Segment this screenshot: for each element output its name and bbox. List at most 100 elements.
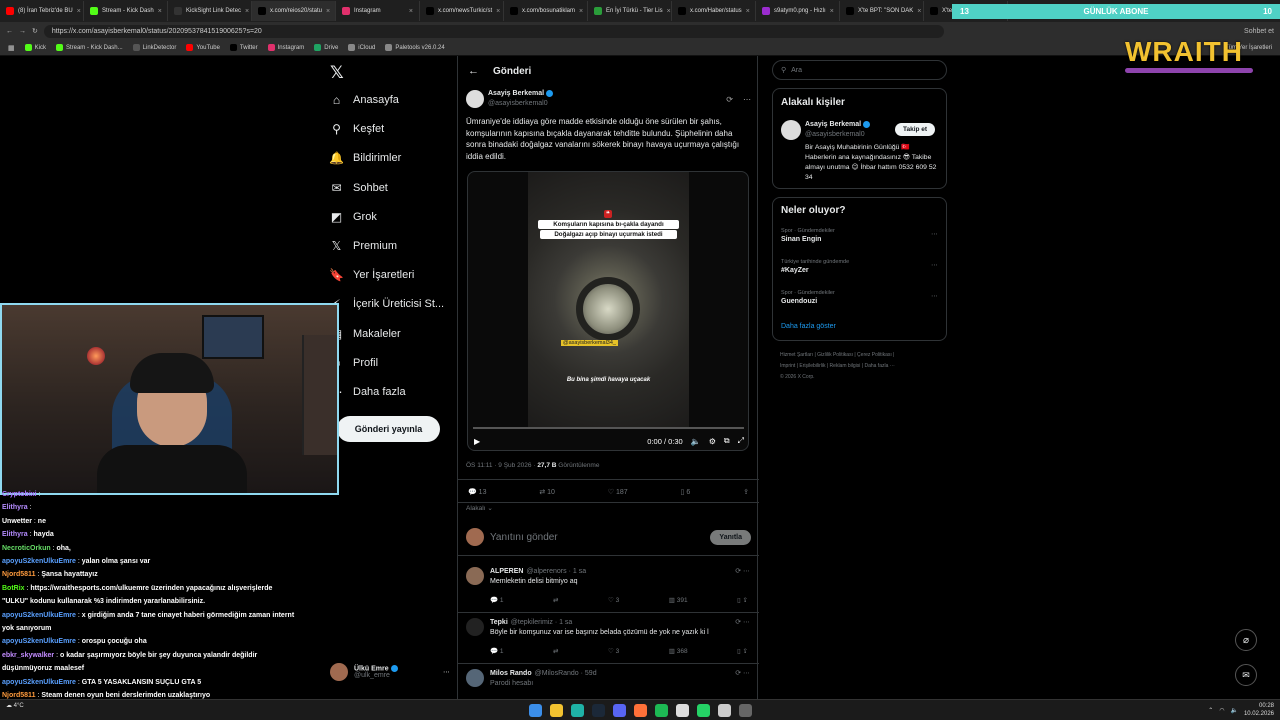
firefox-icon[interactable] — [633, 703, 647, 717]
follow-button[interactable]: Takip et — [895, 123, 936, 136]
browser-tab[interactable]: Instagram × — [336, 1, 420, 21]
browser-tab[interactable]: x.com/Haber/status × — [672, 1, 756, 21]
chrome-icon[interactable] — [717, 703, 731, 717]
tray-arrow-icon[interactable]: ⌃ — [1208, 707, 1213, 714]
chrome-icon[interactable] — [675, 703, 689, 717]
browser-tab[interactable]: Stream - Kick Dash × — [84, 1, 168, 21]
reply-author[interactable]: Milos Rando — [490, 670, 532, 677]
trend-item[interactable]: Türkiye tarihinde gündemde #KayZer ⋯ — [773, 259, 946, 287]
browser-tab[interactable]: KickSight Link Detec × — [168, 1, 252, 21]
more-icon[interactable]: ⋯ — [931, 261, 938, 269]
close-icon[interactable]: × — [496, 8, 500, 15]
author-avatar[interactable] — [466, 90, 484, 108]
browser-tab[interactable]: X'te BPT: "SON DAK × — [840, 1, 924, 21]
bookmark-item[interactable]: Instagram — [267, 44, 304, 51]
close-icon[interactable]: × — [746, 8, 750, 15]
account-switcher[interactable]: Ülkü Emre @ulk_emre ⋯ — [330, 660, 450, 684]
nav-item-search[interactable]: ⚲ Keşfet — [330, 119, 384, 139]
more-icon[interactable]: ⋯ — [443, 668, 450, 676]
close-icon[interactable]: × — [326, 8, 330, 15]
steam-icon[interactable] — [591, 703, 605, 717]
obs-icon[interactable] — [738, 703, 752, 717]
reply-avatar[interactable] — [466, 618, 484, 636]
more-icon[interactable]: ⟳ ⋯ — [735, 567, 750, 575]
nav-item-home[interactable]: ⌂ Anasayfa — [330, 90, 399, 110]
like-action[interactable]: ♡ 3 — [608, 647, 619, 655]
nav-item-x-premium[interactable]: 𝕏 Premium — [330, 236, 397, 256]
apps-icon[interactable]: ▦ — [8, 44, 15, 52]
browser-tab[interactable]: x.com/reios20/statu × — [252, 1, 336, 21]
more-icon[interactable]: ⟳ ⋯ — [735, 618, 750, 626]
bookmark-item[interactable]: iCloud — [348, 44, 375, 51]
play-icon[interactable]: ▶ — [474, 437, 480, 446]
chat-username[interactable]: apoyuS2kenUlkuEmre — [2, 679, 76, 686]
back-icon[interactable]: ← — [6, 28, 13, 35]
footer-line[interactable]: Hizmet Şartları | Gizlilik Politikası | … — [780, 350, 950, 361]
reply-action[interactable]: 💬 1 — [490, 596, 504, 604]
discord-icon[interactable] — [612, 703, 626, 717]
like-action[interactable]: ♡ 187 — [608, 488, 628, 496]
file-explorer-icon[interactable] — [549, 703, 563, 717]
nav-item-chat[interactable]: ✉ Sohbet — [330, 178, 387, 198]
views-action[interactable]: ▥ 391 — [669, 596, 688, 604]
browser-tab[interactable]: s9atym0.png - Hızlı × — [756, 1, 840, 21]
reply-action[interactable]: 💬 1 — [490, 647, 504, 655]
more-icon[interactable]: ⋯ — [931, 292, 938, 300]
whatsapp-icon[interactable] — [696, 703, 710, 717]
grok-floating-icon[interactable]: ⌀ — [1235, 629, 1257, 651]
close-icon[interactable]: × — [158, 8, 162, 15]
bookmark-item[interactable]: Kick — [24, 44, 46, 51]
bookmark-action[interactable]: ▯ 6 — [681, 488, 691, 496]
close-icon[interactable]: × — [409, 8, 413, 15]
reply-avatar[interactable] — [466, 669, 484, 687]
views-action[interactable]: ▥ 368 — [669, 647, 688, 655]
browser-tab[interactable]: En İyi Türkü - Tier Lis × — [588, 1, 672, 21]
chat-username[interactable]: NecroticOrkun — [2, 545, 51, 552]
close-icon[interactable]: × — [667, 8, 671, 15]
url-field[interactable]: https://x.com/asayisberkemal0/status/202… — [43, 24, 944, 38]
messages-floating-icon[interactable]: ✉ — [1235, 664, 1257, 686]
reload-icon[interactable]: ↻ — [32, 27, 38, 35]
footer-line[interactable]: Imprint | Erişilebilirlik | Reklam bilgi… — [780, 361, 950, 372]
chat-username[interactable]: BotRix — [2, 585, 25, 592]
fullscreen-icon[interactable]: ⤢ — [738, 436, 744, 446]
close-icon[interactable]: × — [579, 8, 583, 15]
wifi-icon[interactable]: ◠ — [1219, 707, 1224, 714]
x-logo-icon[interactable]: 𝕏 — [330, 63, 344, 83]
relevance-filter[interactable]: Alakalı ⌄ — [466, 504, 493, 512]
nav-item-bookmark[interactable]: 🔖 Yer İşaretleri — [329, 265, 414, 285]
close-icon[interactable]: × — [77, 8, 81, 15]
more-icon[interactable]: ⋯ — [743, 95, 751, 104]
bookmark-icon[interactable]: ▯ ⇪ — [737, 596, 748, 604]
close-icon[interactable]: × — [245, 8, 249, 15]
browser-tab[interactable]: x.com/bosunatiklam × — [504, 1, 588, 21]
reply-item[interactable]: ALPEREN @alperenors · 1 sa ⟳ ⋯ Memleketin d… — [458, 563, 759, 613]
repost-icon[interactable]: ⇄ — [553, 596, 558, 604]
edge-icon[interactable] — [570, 703, 584, 717]
nav-item-bell[interactable]: 🔔 Bildirimler — [329, 148, 401, 168]
more-icon[interactable]: ⋯ — [931, 230, 938, 238]
bookmark-item[interactable]: LinkDetector — [132, 44, 176, 51]
browser-tab[interactable]: (8) İran Tebriz'de BU × — [0, 1, 84, 21]
share-icon[interactable]: ⇪ — [743, 488, 749, 496]
chat-username[interactable]: Cryptobixi — [2, 491, 37, 498]
reply-action[interactable]: 💬 13 — [468, 488, 486, 496]
show-more-link[interactable]: Daha fazla göster — [781, 323, 836, 330]
chat-username[interactable]: ebkr_skywalker — [2, 652, 54, 659]
spotify-icon[interactable] — [654, 703, 668, 717]
close-icon[interactable]: × — [830, 8, 834, 15]
windows-icon[interactable] — [528, 703, 542, 717]
bookmark-icon[interactable]: ▯ ⇪ — [737, 647, 748, 655]
settings-icon[interactable]: ⚙ — [709, 437, 716, 446]
post-button[interactable]: Gönderi yayınla — [337, 416, 440, 442]
reply-avatar[interactable] — [466, 567, 484, 585]
repost-action[interactable]: ⇄ 10 — [539, 488, 555, 496]
chat-username[interactable]: apoyuS2kenUlkuEmre — [2, 638, 76, 645]
like-action[interactable]: ♡ 3 — [608, 596, 619, 604]
nav-item-more[interactable]: ⋯Daha fazla — [330, 382, 406, 402]
chat-username[interactable]: Elithyra — [2, 531, 28, 538]
browser-tab[interactable]: x.com/newsTurkic/st × — [420, 1, 504, 21]
nav-item-article[interactable]: ▤Makaleler — [330, 324, 401, 344]
pip-icon[interactable]: ⧉ — [724, 436, 730, 446]
author-name[interactable]: Asayiş Berkemal — [488, 90, 544, 97]
